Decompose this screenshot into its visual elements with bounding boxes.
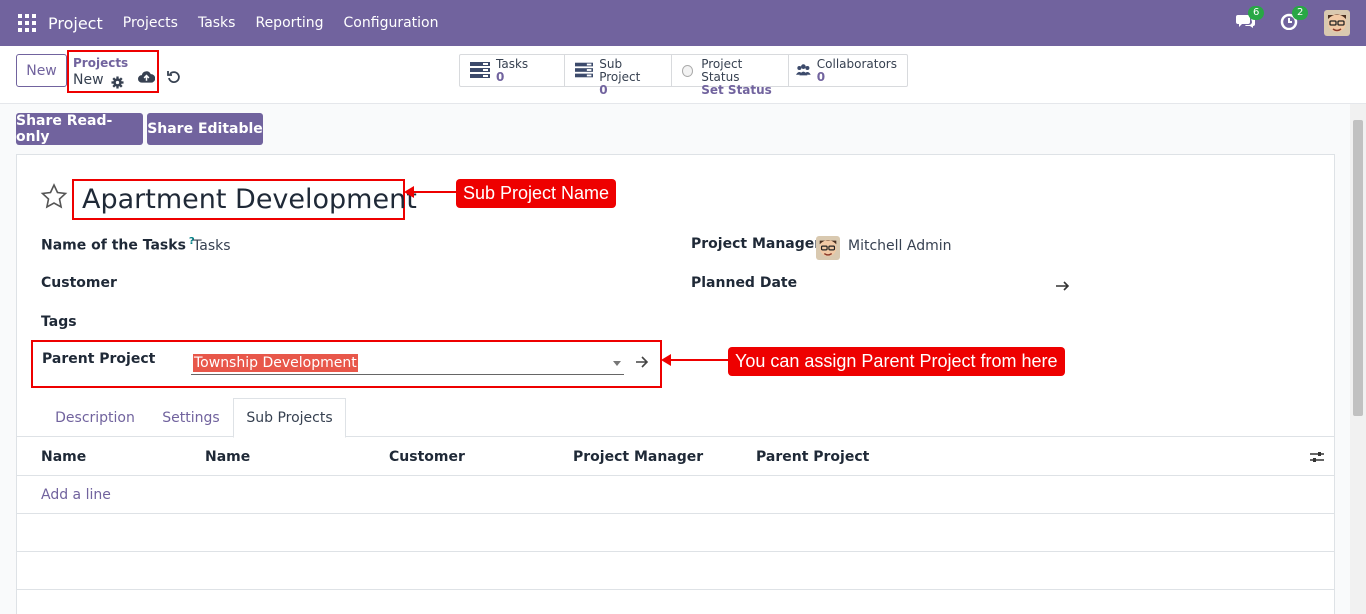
activities-badge: 2 <box>1292 6 1309 20</box>
manager-avatar <box>816 236 840 260</box>
table-header: Name Name Customer Project Manager Paren… <box>17 438 1334 476</box>
table-row <box>17 552 1334 590</box>
control-panel: New Projects New Tasks 0 Sub Project 0 P… <box>0 46 1366 104</box>
sub-project-label: Sub Project <box>599 57 641 84</box>
table-row: Add a line <box>17 476 1334 514</box>
planned-date-label: Planned Date <box>691 275 798 291</box>
messages-icon[interactable]: 6 <box>1236 6 1265 34</box>
parent-project-row: Parent Project Township Development <box>31 340 662 388</box>
parent-project-value: Township Development <box>193 354 358 372</box>
save-cloud-icon[interactable] <box>138 70 155 84</box>
customer-label: Customer <box>41 275 117 291</box>
user-avatar[interactable] <box>1324 10 1350 36</box>
table-row <box>17 514 1334 552</box>
tab-description[interactable]: Description <box>41 398 149 437</box>
collaborators-label: Collaborators <box>816 57 897 71</box>
project-manager-field[interactable]: Mitchell Admin <box>848 238 952 254</box>
optional-columns-icon[interactable] <box>1310 450 1324 464</box>
tasks-count: 0 <box>496 70 505 84</box>
column-name-1[interactable]: Name <box>41 449 86 465</box>
page-scrollbar[interactable] <box>1350 104 1366 614</box>
sub-project-count: 0 <box>599 83 608 97</box>
new-button[interactable]: New <box>16 54 67 87</box>
tasks-icon <box>470 62 490 78</box>
annotation-parent-project-hint: You can assign Parent Project from here <box>728 347 1065 376</box>
project-status-value: Set Status <box>701 83 772 97</box>
name-of-tasks-field[interactable]: Tasks <box>193 238 231 254</box>
collaborators-icon <box>796 64 811 76</box>
project-name-field[interactable]: Apartment Development <box>72 179 417 220</box>
collaborators-count: 0 <box>816 70 826 84</box>
project-status-label: Project Status <box>701 57 743 84</box>
share-read-only-button[interactable]: Share Read-only <box>16 113 143 145</box>
apps-menu-icon[interactable] <box>18 14 36 32</box>
project-status-smart-button[interactable]: Project Status Set Status <box>672 55 789 97</box>
breadcrumb-projects-link[interactable]: Projects <box>73 56 128 70</box>
menu-reporting[interactable]: Reporting <box>255 15 323 31</box>
collaborators-smart-button[interactable]: Collaborators 0 <box>789 55 907 86</box>
parent-project-input[interactable]: Township Development <box>191 351 624 375</box>
form-sheet: Apartment Development Name of the Tasks?… <box>16 154 1335 614</box>
chevron-down-icon[interactable] <box>613 361 621 366</box>
tab-settings[interactable]: Settings <box>151 398 231 437</box>
scrollbar-thumb[interactable] <box>1353 120 1363 416</box>
project-manager-label: Project Manager <box>691 236 822 252</box>
menu-tasks[interactable]: Tasks <box>198 15 236 31</box>
activities-icon[interactable]: 2 <box>1280 6 1309 34</box>
annotation-sub-project-name: Sub Project Name <box>456 179 617 208</box>
app-name[interactable]: Project <box>48 14 103 33</box>
smart-buttons: Tasks 0 Sub Project 0 Project Status Set… <box>459 54 908 97</box>
annotation-arrow-line <box>412 191 457 193</box>
tab-sub-projects[interactable]: Sub Projects <box>233 398 346 438</box>
status-radio-icon <box>682 65 694 77</box>
name-of-tasks-label: Name of the Tasks? <box>41 236 195 254</box>
project-title[interactable]: Apartment Development <box>82 184 417 215</box>
favorite-star-icon[interactable] <box>40 183 68 211</box>
sub-project-icon <box>575 62 594 78</box>
column-project-manager[interactable]: Project Manager <box>573 449 703 465</box>
column-name-2[interactable]: Name <box>205 449 250 465</box>
discard-icon[interactable] <box>167 70 181 84</box>
sub-project-smart-button[interactable]: Sub Project 0 <box>565 55 672 97</box>
tasks-smart-button[interactable]: Tasks 0 <box>460 55 565 86</box>
column-customer[interactable]: Customer <box>389 449 465 465</box>
share-editable-button[interactable]: Share Editable <box>147 113 263 145</box>
notebook-tabs: Description Settings Sub Projects <box>17 398 1334 438</box>
gear-icon[interactable] <box>111 76 124 89</box>
messages-badge: 6 <box>1248 6 1265 20</box>
menu-projects[interactable]: Projects <box>123 15 178 31</box>
annotation-arrow-line <box>669 359 729 361</box>
top-navbar: Project Projects Tasks Reporting Configu… <box>0 0 1366 46</box>
parent-project-label: Parent Project <box>42 351 156 367</box>
add-line-link[interactable]: Add a line <box>41 487 111 503</box>
tags-label: Tags <box>41 314 77 330</box>
column-parent-project[interactable]: Parent Project <box>756 449 869 465</box>
internal-link-arrow-icon[interactable] <box>635 355 649 369</box>
date-range-arrow-icon <box>1056 281 1070 291</box>
menu-configuration[interactable]: Configuration <box>344 15 439 31</box>
breadcrumb-current: New <box>73 72 104 88</box>
